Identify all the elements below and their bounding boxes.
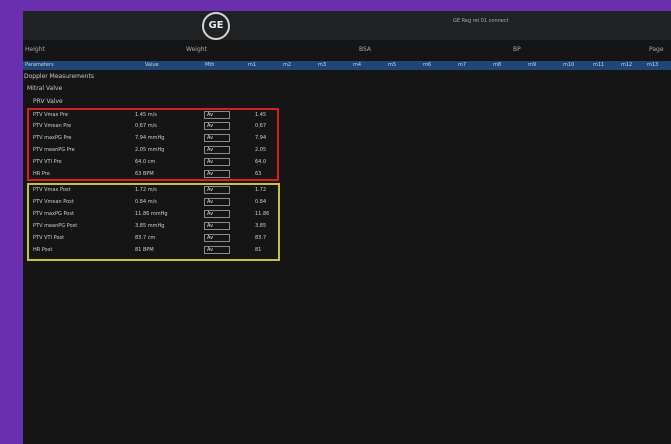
param-name: PTV Vmax Post — [33, 187, 71, 193]
column-value[interactable]: Value — [145, 62, 159, 68]
tree-group-prv[interactable]: PRV Valve — [33, 98, 63, 105]
column-m8[interactable]: m8 — [493, 62, 501, 68]
param-value: 83.7 cm — [135, 235, 156, 241]
measurement-1: 11.86 — [255, 211, 270, 217]
tree-subsection-mitral[interactable]: Mitral Valve — [27, 85, 62, 92]
measurement-1: 1.72 — [255, 187, 267, 193]
weight-label: Weight — [186, 46, 207, 53]
column-m9[interactable]: m9 — [528, 62, 536, 68]
page-label[interactable]: Page — [649, 46, 664, 53]
measurement-1: 64.0 — [255, 159, 267, 165]
column-m11[interactable]: m11 — [593, 62, 604, 68]
measurement-1: 81 — [255, 247, 262, 253]
method-select[interactable]: Av — [204, 210, 230, 218]
column-m5[interactable]: m5 — [388, 62, 396, 68]
column-m7[interactable]: m7 — [458, 62, 466, 68]
param-value: 64.0 cm — [135, 159, 156, 165]
column-m3[interactable]: m3 — [318, 62, 326, 68]
param-value: 1.45 m/s — [135, 112, 157, 118]
param-value: 81 BPM — [135, 247, 154, 253]
param-value: 63 BPM — [135, 171, 154, 177]
tree-section-doppler[interactable]: Doppler Measurements — [24, 73, 94, 80]
param-name: PTV Vmean Post — [33, 199, 74, 205]
param-name: PTV maxPG Post — [33, 211, 74, 217]
measurement-1: 1.45 — [255, 112, 267, 118]
column-m6[interactable]: m6 — [423, 62, 431, 68]
device-status-text: GE Reg rel 01 connect — [453, 18, 509, 24]
column-m10[interactable]: m10 — [563, 62, 574, 68]
column-m4[interactable]: m4 — [353, 62, 361, 68]
param-name: HR Post — [33, 247, 53, 253]
method-select[interactable]: Av — [204, 146, 230, 154]
measurement-1: 2.05 — [255, 147, 267, 153]
method-select[interactable]: Av — [204, 111, 230, 119]
param-value: 1.72 m/s — [135, 187, 157, 193]
method-select[interactable]: Av — [204, 170, 230, 178]
patient-info-bar: Height Weight BSA BP Page — [23, 45, 671, 55]
param-name: PTV VTI Pre — [33, 159, 62, 165]
column-parameters[interactable]: Parameters — [25, 62, 54, 68]
param-value: 11.86 mmHg — [135, 211, 168, 217]
column-m1[interactable]: m1 — [248, 62, 256, 68]
measurement-1: 0.67 — [255, 123, 267, 129]
column-m12[interactable]: m12 — [621, 62, 632, 68]
param-name: PTV meanPG Post — [33, 223, 78, 229]
measurement-1: 7.94 — [255, 135, 267, 141]
param-name: PTV meanPG Pre — [33, 147, 75, 153]
method-select[interactable]: Av — [204, 222, 230, 230]
param-name: HR Pre — [33, 171, 50, 177]
method-select[interactable]: Av — [204, 234, 230, 242]
column-method[interactable]: Mth — [205, 62, 214, 68]
bsa-label: BSA — [359, 46, 372, 53]
param-value: 0.84 m/s — [135, 199, 157, 205]
column-m2[interactable]: m2 — [283, 62, 291, 68]
param-name: PTV VTI Post — [33, 235, 65, 241]
method-select[interactable]: Av — [204, 186, 230, 194]
column-header-bar: Parameters Value Mth m1 m2 m3 m4 m5 m6 m… — [23, 61, 671, 70]
method-select[interactable]: Av — [204, 134, 230, 142]
method-select[interactable]: Av — [204, 246, 230, 254]
param-value: 0.67 m/s — [135, 123, 157, 129]
method-select[interactable]: Av — [204, 122, 230, 130]
param-value: 2.05 mmHg — [135, 147, 165, 153]
method-select[interactable]: Av — [204, 198, 230, 206]
method-select[interactable]: Av — [204, 158, 230, 166]
param-name: PTV Vmean Pre — [33, 123, 72, 129]
measurement-1: 63 — [255, 171, 262, 177]
measurement-1: 0.84 — [255, 199, 267, 205]
bp-label: BP — [513, 46, 521, 53]
param-value: 7.94 mmHg — [135, 135, 165, 141]
top-bar: GE GE Reg rel 01 connect — [23, 11, 671, 40]
height-label: Height — [25, 46, 45, 53]
param-name: PTV maxPG Pre — [33, 135, 72, 141]
ge-logo: GE — [202, 12, 230, 40]
column-m13[interactable]: m13 — [647, 62, 658, 68]
measurement-1: 83.7 — [255, 235, 267, 241]
ultrasound-report-screen: GE GE Reg rel 01 connect Height Weight B… — [23, 11, 671, 444]
param-value: 3.85 mmHg — [135, 223, 165, 229]
measurement-1: 3.85 — [255, 223, 267, 229]
param-name: PTV Vmax Pre — [33, 112, 68, 118]
